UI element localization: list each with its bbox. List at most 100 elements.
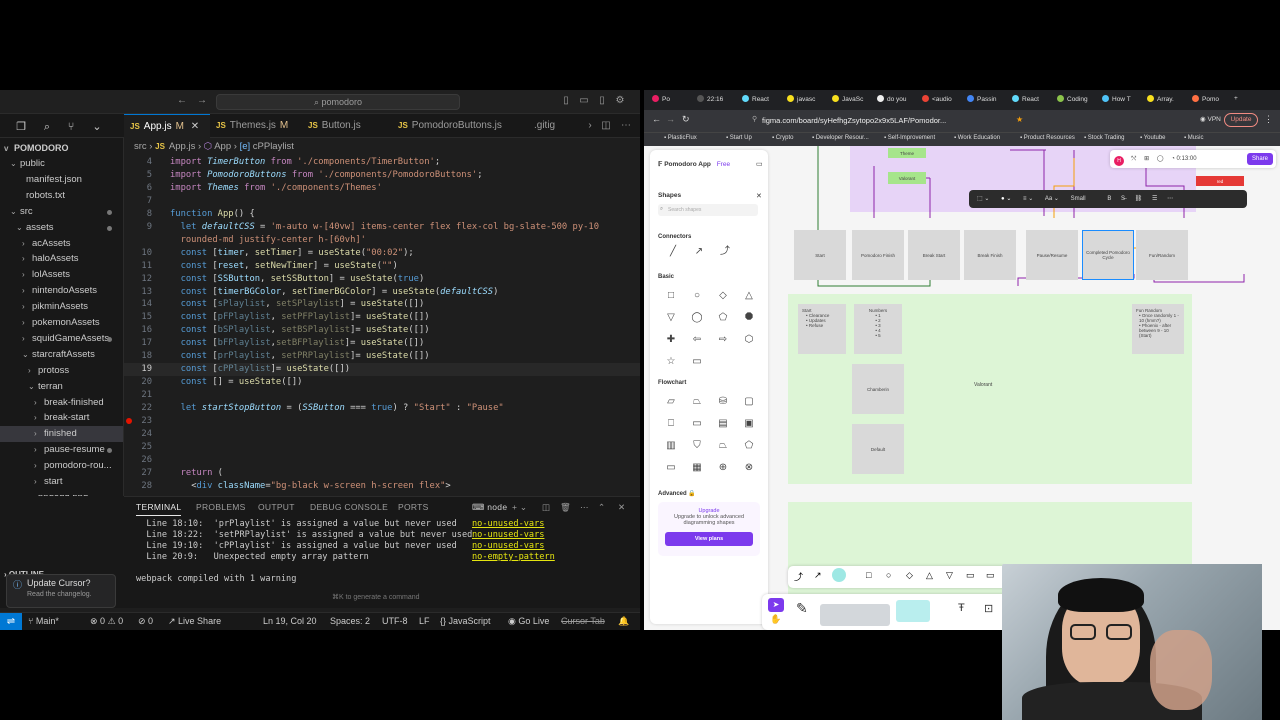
node-start[interactable]: Start [794,230,846,280]
update-browser-button[interactable]: Update [1224,113,1258,127]
browser-tab[interactable]: do you [877,95,907,103]
node-fun-random[interactable]: Fun/Random [1136,230,1188,280]
tree-item[interactable]: › nintendoAssets [0,283,123,299]
back-arrow-icon[interactable]: ← [652,114,661,124]
select-tool-icon[interactable]: ➤ [768,598,784,612]
share-button[interactable]: Share [1247,153,1273,165]
terminal-output[interactable]: Line 18:10: 'prPlaylist' is assigned a v… [136,519,636,585]
octagon-shape-icon[interactable]: ⯃ [742,312,756,324]
card-shape-icon[interactable]: ▣ [742,418,756,430]
tab-themes-js[interactable]: JS Themes.js M [210,114,302,138]
close-panel-icon[interactable]: ✕ [618,502,625,513]
command-search-box[interactable]: ⌕ pomodoro [216,94,460,110]
code-line[interactable]: 22 let startStopButton = (SSButton === t… [124,402,640,415]
square-shape-icon[interactable]: □ [664,290,678,302]
back-arrow-icon[interactable]: ← [176,95,188,107]
bookmark-item[interactable]: ▪ Crypto [772,135,793,141]
code-line[interactable]: 28 <div className="bg-black w-screen h-s… [124,480,640,491]
folder-shape-icon[interactable]: ▭ [690,418,704,430]
extension-icon[interactable]: ★ [1016,115,1023,124]
tree-item[interactable]: › haloAssets [0,251,123,267]
manual-input-shape-icon[interactable]: ⏢ [690,396,704,408]
code-line[interactable]: 8 function App() { [124,208,640,221]
sidebar-toggle-icon[interactable]: ▭ [756,160,763,168]
git-branch[interactable]: ⑂ Main* [28,613,59,630]
connector-tool-icon[interactable]: ⤴ [794,570,803,583]
view-plans-button[interactable]: View plans [665,532,753,546]
problems-indicator[interactable]: ⊗ 0 ⚠ 0 [90,613,123,630]
code-line[interactable]: 11 const [reset, setNewTimer] = useState… [124,260,640,273]
node-chamberin[interactable]: Chamberin [852,364,904,414]
elbow-connector-icon[interactable]: ⤴ [718,246,732,258]
indentation[interactable]: Spaces: 2 [330,613,370,630]
close-icon[interactable]: ✕ [756,192,762,200]
cursor-chat-icon[interactable]: ⤲ [1132,156,1137,162]
tree-item[interactable]: ⌄ assets [0,220,123,236]
strikethrough-icon[interactable]: S̶ [1121,196,1125,202]
tree-item[interactable]: manifest.json [0,172,123,188]
grid-icon[interactable]: ⊞ [1144,156,1149,162]
browser-tab[interactable]: JavaSc [832,95,863,103]
terminal-shell-selector[interactable]: ⌨ node [472,502,507,513]
lint-rule-link[interactable]: no-unused-vars [472,541,544,552]
code-line[interactable]: 26 [124,454,640,467]
more-actions-icon[interactable]: ⋯ [1167,196,1173,202]
tree-item[interactable]: › protoss [0,363,123,379]
bookmark-item[interactable]: ▪ Work Education [954,135,1000,141]
shape-type-icon[interactable]: ⬚ ⌄ [977,196,989,202]
circle-tool-icon[interactable]: ○ [886,570,891,580]
hand-tool-icon[interactable]: ✋ [770,614,781,625]
code-line[interactable]: 20 const [] = useState([]) [124,376,640,389]
code-line[interactable]: 7 [124,195,640,208]
code-line[interactable]: 18 const [prPlaylist, setPRPlaylist]= us… [124,350,640,363]
rectangle-tool-icon[interactable]: □ [866,570,871,580]
code-line[interactable]: rounded-md justify-center h-[60vh]' [124,234,640,247]
go-live-button[interactable]: ◉ Go Live [508,613,549,630]
code-line[interactable]: 15 const [pFPlaylist, setPFPlaylist]= us… [124,311,640,324]
split-terminal-icon[interactable]: ◫ [542,502,550,513]
node-completed-pomodoro-cycle[interactable]: Completed Pomodoro Cycle [1082,230,1134,280]
split-editor-icon[interactable]: ◫ [600,120,612,132]
code-editor[interactable]: 4 import TimerButton from './components/T… [124,156,640,491]
summing-junction-shape-icon[interactable]: ⊕ [716,462,730,474]
card-start-list[interactable]: Start • Clearance • Updates • Refuse [798,304,846,354]
new-terminal-icon[interactable]: + ⌄ [512,502,527,513]
tab-pomodorobuttons-js[interactable]: JS PomodoroButtons.js [392,114,522,138]
bookmark-item[interactable]: ▪ Developer Resour... [812,135,869,141]
live-share-button[interactable]: ↗ Live Share [168,613,221,630]
tree-item[interactable]: › squidGameAssets [0,331,123,347]
or-shape-icon[interactable]: ⊗ [742,462,756,474]
figma-menu[interactable]: 𝔽 Pomodoro App Free [658,160,730,168]
tree-item[interactable]: › break-finished [0,395,123,411]
code-line[interactable]: 9 let defaultCSS = 'm-auto w-[40vw] item… [124,221,640,234]
stored-data-shape-icon[interactable]: ▢ [742,396,756,408]
code-line[interactable]: 6 import Themes from './components/Themes… [124,182,640,195]
browser-tab[interactable]: React [1012,95,1039,103]
list-icon[interactable]: ☰ [1152,196,1157,202]
browser-tab[interactable]: Pomo [1192,95,1219,103]
card-numbers[interactable]: Numbers • 1 • 2 • 3 • 4 • 5 [854,304,902,354]
chevron-right-icon[interactable]: › [584,120,596,132]
code-line[interactable]: 21 [124,389,640,402]
notification-link[interactable]: Read the changelog. [27,591,109,598]
kill-terminal-icon[interactable]: 🗑 [560,502,571,513]
card-fun-random[interactable]: Fun Random • Once randomly 1 - 10 (hmm?)… [1132,304,1184,354]
code-line[interactable]: 17 const [bFPlaylist,setBFPlaylist]= use… [124,337,640,350]
terminator-shape-icon[interactable]: ▭ [664,462,678,474]
browser-tab[interactable]: React [742,95,769,103]
language-mode[interactable]: {} JavaScript [440,613,491,630]
sticky-notes-tray[interactable] [820,604,890,626]
toggle-sidebar-icon[interactable]: ▯ [560,95,572,107]
bookmark-item[interactable]: ▪ Youtube [1140,135,1166,141]
tree-item[interactable]: › acAssets [0,236,123,252]
parallelogram-shape-icon[interactable]: ▱ [664,396,678,408]
arrow-connector-icon[interactable]: ↗ [692,246,706,258]
browser-tab[interactable]: Coding [1057,95,1088,103]
section-tool-icon[interactable]: ⊡ [984,602,993,615]
triangle-tool-icon[interactable]: △ [926,570,933,581]
tree-item[interactable]: › start [0,474,123,490]
timer-display[interactable]: ◔ 0:13:00 [1171,156,1196,162]
text-tool-icon[interactable]: Ŧ [958,602,965,614]
off-page-shape-icon[interactable]: ⬠ [742,440,756,452]
lint-rule-link[interactable]: no-unused-vars [472,530,544,541]
